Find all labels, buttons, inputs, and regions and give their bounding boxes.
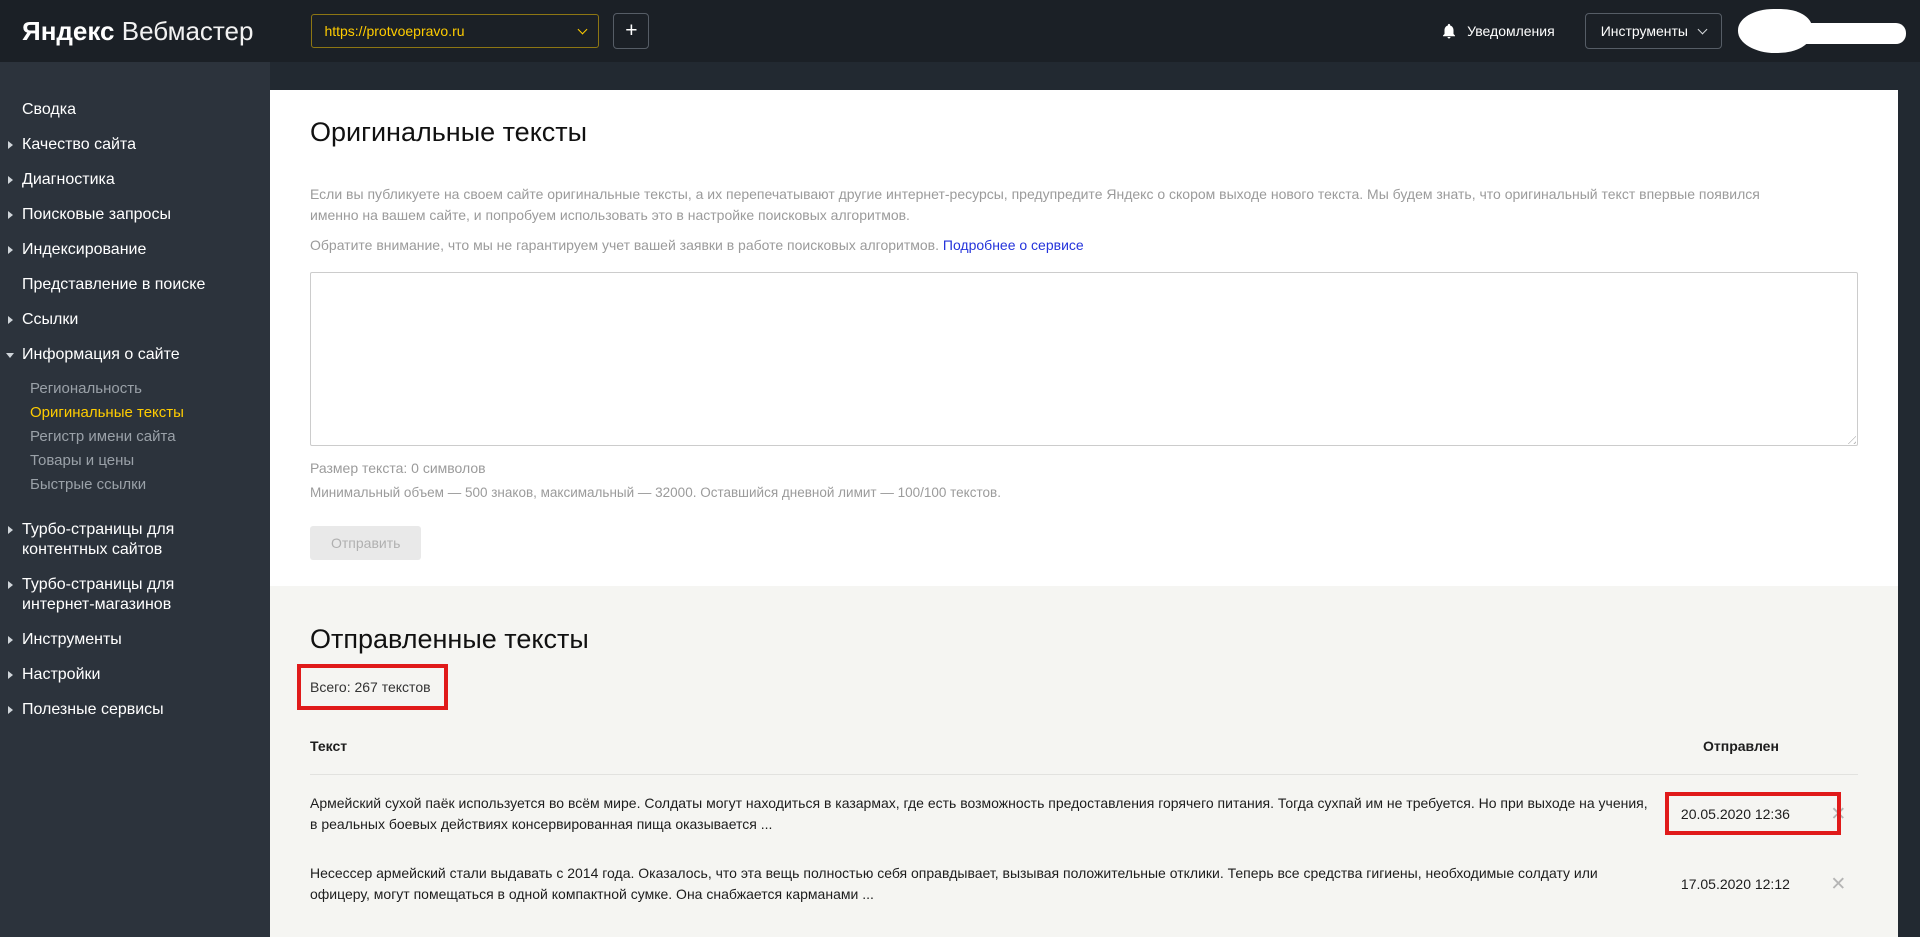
table-row: Несессер армейский стали выдавать с 2014… [310, 845, 1858, 905]
sidebar-item-indexing[interactable]: Индексирование [8, 240, 246, 260]
sidebar-subitem-regionality[interactable]: Региональность [10, 380, 260, 397]
intro-text: Если вы публикуете на своем сайте оригин… [310, 186, 1760, 223]
redacted-user-avatar[interactable] [1738, 8, 1906, 54]
column-header-text: Текст [310, 738, 348, 754]
sidebar-item-useful-services[interactable]: Полезные сервисы [8, 700, 246, 720]
app-header: Яндекс Вебмастер https://protvoepravo.ru… [0, 0, 1920, 62]
tools-dropdown[interactable]: Инструменты [1584, 13, 1722, 49]
sidebar-subitem-quick-links[interactable]: Быстрые ссылки [10, 476, 260, 493]
sent-date: 20.05.2020 12:36 [1664, 792, 1841, 835]
add-site-button[interactable]: + [613, 13, 650, 49]
bell-icon [1443, 23, 1456, 39]
sidebar-item-links[interactable]: Ссылки [8, 310, 246, 330]
notifications-button[interactable]: Уведомления [1440, 22, 1555, 40]
collapsed-arrow-icon [8, 211, 13, 219]
site-info-submenu: Региональность Оригинальные тексты Регис… [10, 380, 260, 493]
sidebar-item-summary[interactable]: Сводка [10, 100, 246, 120]
delete-text-icon[interactable]: ✕ [1819, 803, 1858, 826]
sent-text-snippet: Берут ли с простатитом в армию? Этот воп… [310, 933, 1656, 937]
sent-text-snippet: Армейский сухой паёк используется во всё… [310, 795, 1648, 832]
sidebar-item-tools[interactable]: Инструменты [8, 630, 246, 650]
sidebar-item-settings[interactable]: Настройки [8, 665, 246, 685]
original-text-input[interactable] [310, 272, 1858, 446]
table-row: Берут ли с простатитом в армию? Этот воп… [310, 915, 1858, 937]
submit-button[interactable]: Отправить [310, 526, 422, 560]
chevron-down-icon [1697, 24, 1708, 34]
collapsed-arrow-icon [8, 141, 13, 149]
table-row: Армейский сухой паёк используется во всё… [310, 775, 1858, 835]
page-title: Оригинальные тексты [310, 117, 588, 147]
service-details-link[interactable]: Подробнее о сервисе [943, 237, 1084, 253]
collapsed-arrow-icon [8, 246, 13, 254]
sidebar-item-site-quality[interactable]: Качество сайта [8, 135, 246, 155]
site-selector-dropdown[interactable]: https://protvoepravo.ru [311, 14, 600, 48]
collapsed-arrow-icon [8, 706, 13, 714]
sent-date: 17.05.2020 12:12 [1680, 876, 1790, 892]
sidebar-item-search-appearance[interactable]: Представление в поиске [10, 275, 246, 295]
sidebar-item-diagnostics[interactable]: Диагностика [8, 170, 246, 190]
delete-text-icon[interactable]: ✕ [1819, 873, 1858, 896]
sidebar-item-turbo-content-sites[interactable]: Турбо-страницы для контентных сайтов [8, 520, 246, 560]
sidebar-subitem-original-texts[interactable]: Оригинальные тексты [10, 404, 260, 421]
sent-texts-title: Отправленные тексты [310, 624, 589, 654]
collapsed-arrow-icon [8, 636, 13, 644]
collapsed-arrow-icon [8, 526, 13, 534]
site-selector-value: https://protvoepravo.ru [324, 23, 465, 39]
sidebar-item-search-queries[interactable]: Поисковые запросы [8, 205, 246, 225]
column-header-sent: Отправлен [1703, 738, 1779, 754]
collapsed-arrow-icon [8, 671, 13, 679]
chevron-down-icon [577, 24, 588, 34]
logo-brand: Яндекс [22, 15, 115, 46]
sent-text-snippet: Несессер армейский стали выдавать с 2014… [310, 865, 1598, 902]
yandex-webmaster-logo: Яндекс Вебмастер [22, 16, 253, 47]
sidebar-item-site-info[interactable]: Информация о сайте [6, 345, 246, 365]
sidebar-nav: Сводка Качество сайта Диагностика Поиско… [0, 62, 270, 937]
expanded-arrow-icon [6, 353, 14, 358]
sidebar-subitem-goods-prices[interactable]: Товары и цены [10, 452, 260, 469]
collapsed-arrow-icon [8, 316, 13, 324]
sent-texts-section: Отправленные тексты Всего: 267 текстов Т… [270, 586, 1898, 937]
sidebar-subitem-site-name-case[interactable]: Регистр имени сайта [10, 428, 260, 445]
logo-product: Вебмастер [121, 15, 254, 46]
sidebar-item-turbo-online-stores[interactable]: Турбо-страницы для интернет-магазинов [8, 575, 246, 615]
limits-hint: Минимальный объем — 500 знаков, максимал… [310, 485, 1001, 500]
tools-label: Инструменты [1600, 23, 1688, 39]
text-size-counter: Размер текста: 0 символов [310, 460, 486, 476]
original-texts-form-section: Оригинальные тексты Если вы публикуете н… [270, 90, 1898, 586]
note-text: Обратите внимание, что мы не гарантируем… [310, 237, 1084, 253]
collapsed-arrow-icon [8, 176, 13, 184]
total-count: Всего: 267 текстов [297, 664, 448, 710]
main-content: Оригинальные тексты Если вы публикуете н… [270, 62, 1920, 937]
table-header: Текст Отправлен [310, 738, 1858, 775]
notifications-label: Уведомления [1467, 23, 1555, 39]
collapsed-arrow-icon [8, 581, 13, 589]
